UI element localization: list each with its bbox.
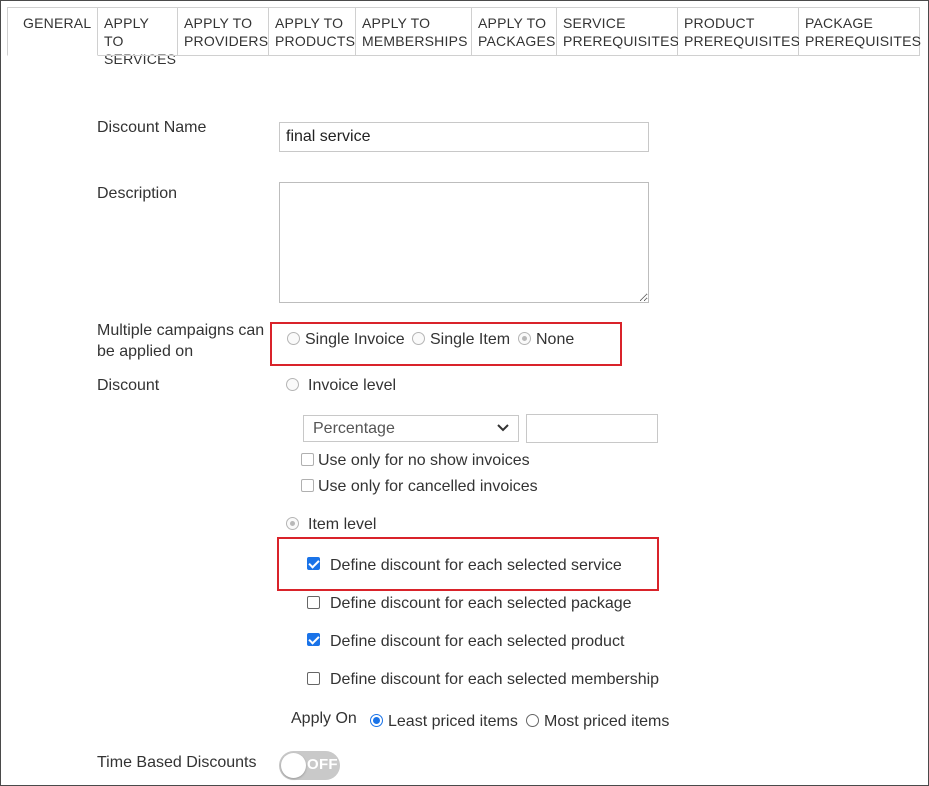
single-item-radio[interactable] bbox=[412, 332, 425, 345]
discount-type-value: Percentage bbox=[313, 420, 395, 437]
tab-bar: GENERAL APPLY TO SERVICES APPLY TO PROVI… bbox=[7, 7, 921, 67]
least-priced-label: Least priced items bbox=[388, 713, 518, 730]
no-show-label: Use only for no show invoices bbox=[318, 452, 530, 469]
toggle-state-text: OFF bbox=[307, 756, 338, 773]
discount-amount-input[interactable] bbox=[526, 414, 658, 443]
product-discount-label: Define discount for each selected produc… bbox=[330, 633, 625, 650]
package-discount-label: Define discount for each selected packag… bbox=[330, 595, 632, 612]
discount-name-input[interactable] bbox=[279, 122, 649, 152]
single-invoice-label: Single Invoice bbox=[305, 331, 405, 348]
description-textarea[interactable] bbox=[279, 182, 649, 303]
tab-apply-to-packages[interactable]: APPLY TO PACKAGES bbox=[472, 7, 557, 56]
cancelled-label: Use only for cancelled invoices bbox=[318, 478, 538, 495]
membership-discount-label: Define discount for each selected member… bbox=[330, 671, 660, 688]
membership-discount-checkbox[interactable] bbox=[307, 672, 320, 685]
item-level-label: Item level bbox=[308, 516, 377, 533]
no-show-checkbox[interactable] bbox=[301, 453, 314, 466]
discount-label: Discount bbox=[97, 377, 160, 394]
single-invoice-radio[interactable] bbox=[287, 332, 300, 345]
time-based-toggle[interactable]: OFF bbox=[279, 751, 340, 780]
tab-underline bbox=[98, 55, 920, 56]
product-discount-checkbox[interactable] bbox=[307, 633, 320, 646]
package-discount-checkbox[interactable] bbox=[307, 596, 320, 609]
most-priced-radio[interactable] bbox=[526, 714, 539, 727]
toggle-knob bbox=[281, 753, 306, 778]
chevron-down-icon bbox=[497, 424, 509, 432]
none-radio[interactable] bbox=[518, 332, 531, 345]
multiple-campaigns-label: Multiple campaigns can be applied on bbox=[97, 320, 264, 362]
multiple-campaigns-label-line1: Multiple campaigns can bbox=[97, 322, 265, 339]
tab-package-prerequisites[interactable]: PACKAGE PREREQUISITES bbox=[799, 7, 921, 56]
tab-general[interactable]: GENERAL bbox=[7, 7, 98, 56]
multiple-campaigns-label-line2: be applied on bbox=[97, 343, 194, 360]
tab-apply-to-products[interactable]: APPLY TO PRODUCTS bbox=[269, 7, 356, 56]
item-level-radio[interactable] bbox=[286, 517, 299, 530]
discount-name-label: Discount Name bbox=[97, 119, 207, 136]
cancelled-checkbox[interactable] bbox=[301, 479, 314, 492]
service-discount-checkbox[interactable] bbox=[307, 557, 320, 570]
invoice-level-label: Invoice level bbox=[308, 377, 397, 394]
tab-product-prerequisites[interactable]: PRODUCT PREREQUISITES bbox=[678, 7, 800, 56]
single-item-label: Single Item bbox=[430, 331, 511, 348]
tab-apply-to-services[interactable]: APPLY TO SERVICES bbox=[98, 7, 178, 67]
tab-service-prerequisites[interactable]: SERVICE PREREQUISITES bbox=[557, 7, 679, 56]
time-based-label: Time Based Discounts bbox=[97, 754, 257, 771]
invoice-level-radio[interactable] bbox=[286, 378, 299, 391]
tab-apply-to-providers[interactable]: APPLY TO PROVIDERS bbox=[178, 7, 269, 56]
least-priced-radio[interactable] bbox=[370, 714, 383, 727]
discount-type-select[interactable]: Percentage bbox=[303, 415, 519, 442]
none-label: None bbox=[536, 331, 575, 348]
most-priced-label: Most priced items bbox=[544, 713, 670, 730]
description-label: Description bbox=[97, 185, 178, 202]
apply-on-label: Apply On bbox=[291, 710, 357, 727]
service-discount-label: Define discount for each selected servic… bbox=[330, 557, 622, 574]
tab-apply-to-memberships[interactable]: APPLY TO MEMBERSHIPS bbox=[356, 7, 472, 56]
